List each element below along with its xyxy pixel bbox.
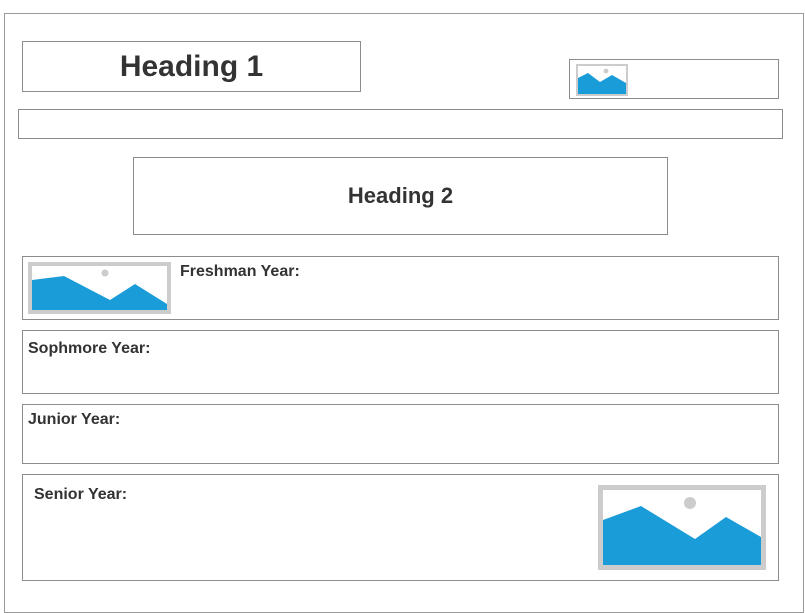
freshman-year-label: Freshman Year: — [180, 263, 300, 280]
navigation-bar[interactable] — [18, 109, 783, 139]
header-image-box — [569, 59, 779, 99]
junior-year-label: Junior Year: — [28, 411, 121, 428]
senior-year-label: Senior Year: — [34, 486, 128, 503]
heading-2-box: Heading 2 — [133, 157, 668, 235]
heading-2: Heading 2 — [347, 183, 454, 208]
image-placeholder-icon — [598, 485, 766, 570]
freshman-year-section: Freshman Year: — [22, 256, 779, 320]
senior-year-section: Senior Year: — [22, 474, 779, 581]
sophmore-year-section: Sophmore Year: — [22, 330, 779, 394]
image-placeholder-icon — [576, 64, 628, 96]
heading-1: Heading 1 — [119, 49, 264, 83]
heading-1-box: Heading 1 — [22, 41, 361, 92]
junior-year-section: Junior Year: — [22, 404, 779, 464]
sophmore-year-label: Sophmore Year: — [28, 340, 151, 357]
image-placeholder-icon — [28, 262, 171, 314]
